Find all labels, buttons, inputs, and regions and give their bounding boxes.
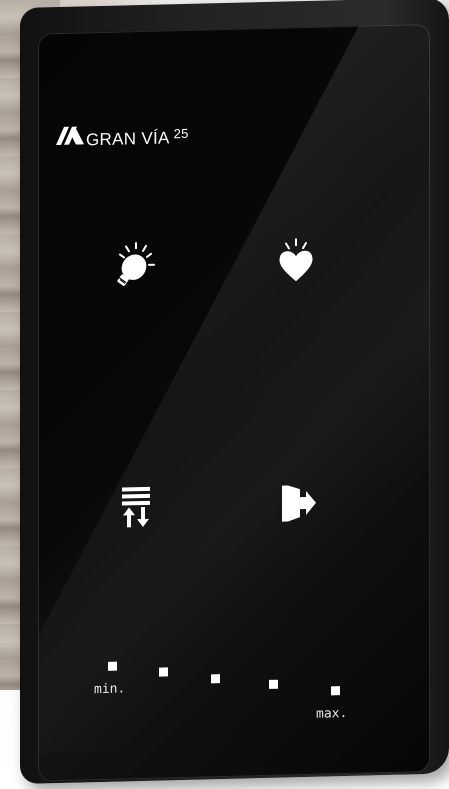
level-led-5	[331, 686, 340, 696]
min-label: min.	[94, 681, 126, 698]
blinds-button[interactable]	[106, 476, 166, 537]
touch-panel-device: GRAN VÍA 25 min. max.	[20, 0, 449, 785]
heart-icon	[279, 238, 313, 282]
exit-button[interactable]	[266, 473, 326, 534]
level-led-1	[108, 661, 117, 671]
brand-number: 25	[173, 125, 189, 142]
touch-panel-face: GRAN VÍA 25 min. max.	[38, 23, 430, 782]
brand-name: GRAN VÍA 25	[86, 125, 189, 151]
brand-mark-icon	[56, 126, 84, 146]
door-exit-icon	[282, 485, 316, 522]
level-led-4	[269, 679, 278, 689]
level-led-2	[159, 667, 168, 677]
lightbulb-icon	[117, 242, 155, 286]
blinds-icon	[122, 486, 150, 528]
brand-name-text: GRAN VÍA	[86, 128, 170, 150]
level-led-3	[211, 674, 220, 684]
max-label: max.	[316, 706, 348, 722]
brand-logo: GRAN VÍA 25	[54, 122, 189, 151]
light-button[interactable]	[106, 234, 166, 295]
scene-button[interactable]	[266, 231, 326, 292]
